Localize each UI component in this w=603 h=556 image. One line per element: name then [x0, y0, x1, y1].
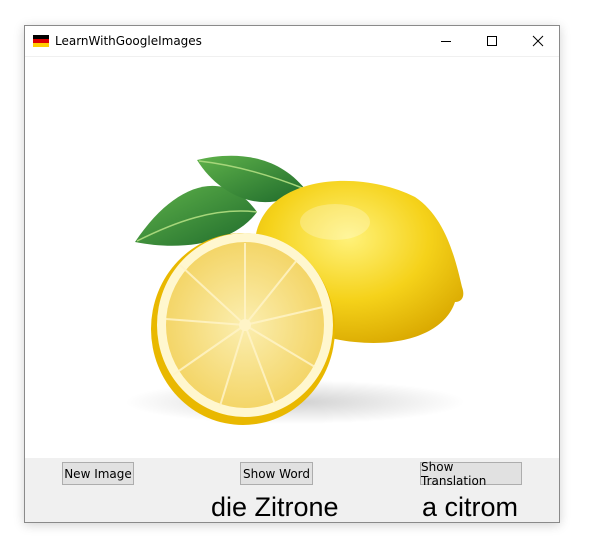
maximize-icon	[487, 36, 497, 46]
window-title: LearnWithGoogleImages	[55, 34, 202, 48]
maximize-button[interactable]	[469, 26, 515, 56]
show-translation-button[interactable]: Show Translation	[420, 460, 522, 488]
close-button[interactable]	[515, 26, 561, 56]
show-word-button[interactable]: Show Word	[240, 462, 313, 485]
translation-label: a citrom	[422, 492, 519, 522]
image-area	[25, 57, 559, 458]
minimize-icon	[441, 41, 451, 42]
word-label: die Zitrone	[211, 492, 339, 522]
app-window: LearnWithGoogleImages New Image Show Wor…	[24, 25, 560, 523]
german-flag-icon	[33, 35, 49, 47]
close-icon	[532, 35, 544, 47]
new-image-button[interactable]: New Image	[62, 462, 134, 485]
title-bar[interactable]: LearnWithGoogleImages	[25, 26, 559, 56]
minimize-button[interactable]	[423, 26, 469, 56]
lemon-image	[125, 155, 465, 425]
control-bar: New Image Show Word Show Translation die…	[25, 458, 559, 522]
